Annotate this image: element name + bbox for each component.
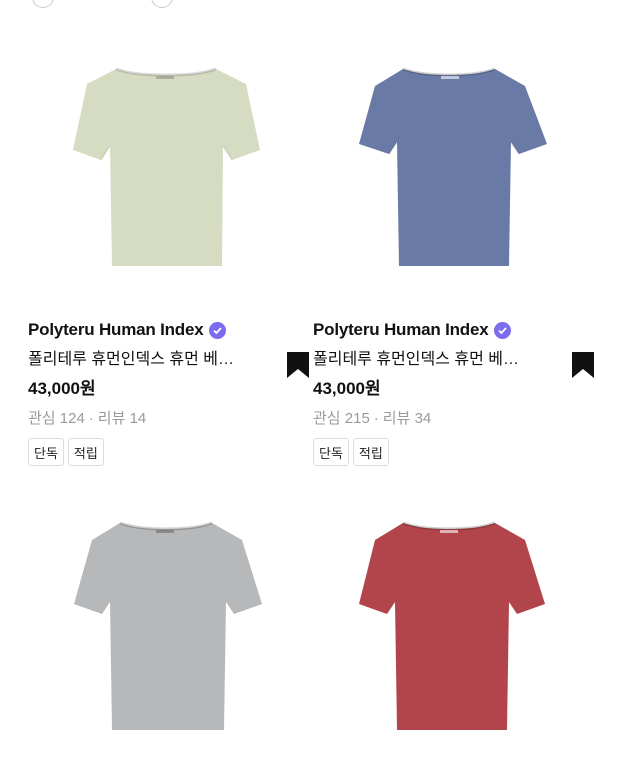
bookmark-icon[interactable] [286, 352, 310, 378]
product-card[interactable]: Polyteru Human Index 폴리테루 휴먼인덱스 휴먼 베… 43… [28, 36, 309, 466]
tshirt-image [359, 67, 547, 266]
tshirt-image [73, 67, 260, 266]
tshirt-image [74, 521, 262, 730]
reviews-count: 리뷰 14 [97, 410, 147, 427]
product-image[interactable] [313, 36, 583, 306]
badge-exclusive: 단독 [28, 438, 64, 466]
product-image[interactable] [313, 500, 583, 770]
badge-list: 단독 적립 [28, 438, 298, 466]
product-stats: 관심 124 · 리뷰 14 [28, 407, 298, 428]
brand-name[interactable]: Polyteru Human Index [313, 320, 489, 340]
tshirt-image [359, 521, 545, 730]
badge-points: 적립 [352, 438, 389, 466]
top-right-circle-icon[interactable] [151, 0, 173, 8]
verified-check-icon [209, 321, 227, 339]
verified-check-icon [494, 321, 512, 339]
badge-exclusive: 단독 [313, 438, 349, 466]
product-stats: 관심 215 · 리뷰 34 [313, 407, 583, 428]
product-image[interactable] [28, 36, 298, 306]
product-name[interactable]: 폴리테루 휴먼인덱스 휴먼 베… [28, 345, 258, 369]
product-card[interactable] [313, 500, 583, 770]
likes-count: 관심 215 [313, 410, 370, 427]
bookmark-icon[interactable] [571, 352, 595, 378]
product-card[interactable]: Polyteru Human Index 폴리테루 휴먼인덱스 휴먼 베… 43… [313, 36, 594, 466]
top-left-circle-icon[interactable] [32, 0, 54, 8]
badge-list: 단독 적립 [313, 438, 583, 466]
reviews-count: 리뷰 34 [382, 410, 432, 427]
product-card[interactable] [28, 500, 298, 770]
stats-separator: · [373, 410, 379, 427]
brand-name[interactable]: Polyteru Human Index [28, 320, 204, 340]
likes-count: 관심 124 [28, 410, 85, 427]
product-price: 43,000원 [28, 379, 96, 398]
stats-separator: · [88, 410, 94, 427]
product-image[interactable] [28, 500, 298, 770]
badge-points: 적립 [67, 438, 104, 466]
product-price: 43,000원 [313, 379, 381, 398]
product-name[interactable]: 폴리테루 휴먼인덱스 휴먼 베… [313, 345, 543, 369]
